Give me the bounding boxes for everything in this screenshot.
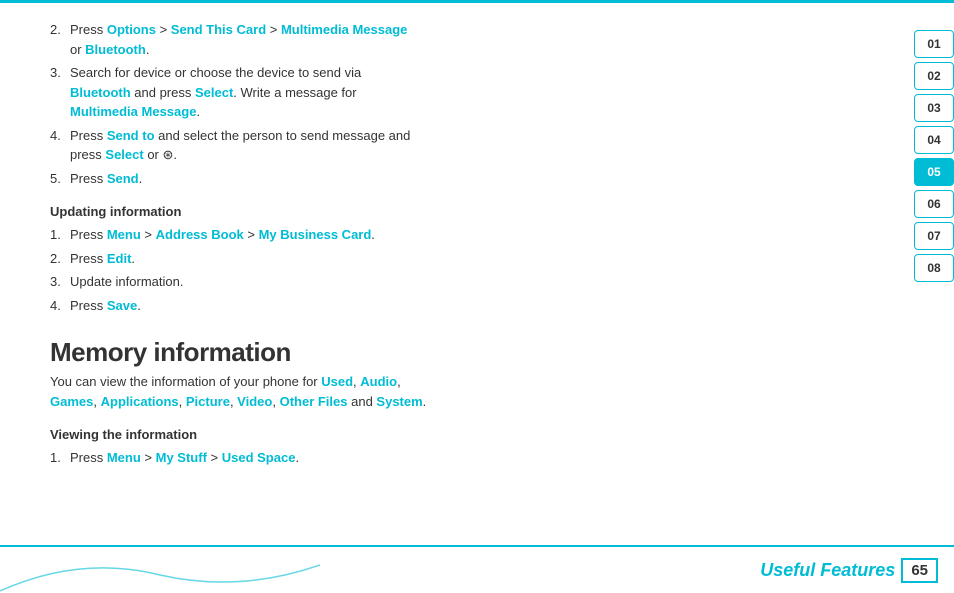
main-content: 2. Press Options > Send This Card > Mult… — [50, 20, 894, 533]
viewing-step-content-1: Press Menu > My Stuff > Used Space. — [70, 448, 894, 468]
step-num-5: 5. — [50, 169, 70, 189]
link-multimedia-message-1: Multimedia Message — [281, 22, 407, 37]
sidebar-item-03[interactable]: 03 — [914, 94, 954, 122]
step-4: 4. Press Send to and select the person t… — [50, 126, 894, 165]
link-used: Used — [321, 374, 353, 389]
sidebar: 01 02 03 04 05 06 07 08 — [906, 0, 954, 593]
viewing-step-num-1: 1. — [50, 448, 70, 468]
updating-step-num-2: 2. — [50, 249, 70, 269]
sidebar-item-07[interactable]: 07 — [914, 222, 954, 250]
updating-step-3: 3. Update information. — [50, 272, 894, 292]
link-send: Send — [107, 171, 139, 186]
link-audio: Audio — [360, 374, 397, 389]
sidebar-item-04[interactable]: 04 — [914, 126, 954, 154]
link-send-this-card: Send This Card — [171, 22, 266, 37]
viewing-heading: Viewing the information — [50, 427, 894, 442]
link-select-2: Select — [105, 147, 143, 162]
updating-step-2: 2. Press Edit. — [50, 249, 894, 269]
step-content-2: Press Options > Send This Card > Multime… — [70, 20, 894, 59]
step-content-5: Press Send. — [70, 169, 894, 189]
updating-step-content-3: Update information. — [70, 272, 894, 292]
link-multimedia-message-2: Multimedia Message — [70, 104, 196, 119]
link-send-to: Send to — [107, 128, 155, 143]
step-content-3: Search for device or choose the device t… — [70, 63, 894, 122]
link-video: Video — [237, 394, 272, 409]
link-options: Options — [107, 22, 156, 37]
link-menu-2: Menu — [107, 450, 141, 465]
updating-step-4: 4. Press Save. — [50, 296, 894, 316]
step-content-4: Press Send to and select the person to s… — [70, 126, 894, 165]
link-other-files: Other Files — [280, 394, 348, 409]
link-applications: Applications — [101, 394, 179, 409]
sidebar-item-02[interactable]: 02 — [914, 62, 954, 90]
memory-description: You can view the information of your pho… — [50, 372, 894, 411]
link-used-space: Used Space — [222, 450, 296, 465]
bottom-curve-decoration — [0, 545, 320, 593]
updating-step-num-1: 1. — [50, 225, 70, 245]
link-select-1: Select — [195, 85, 233, 100]
memory-heading: Memory information — [50, 337, 894, 368]
updating-step-1: 1. Press Menu > Address Book > My Busine… — [50, 225, 894, 245]
link-address-book: Address Book — [156, 227, 244, 242]
step-num-2: 2. — [50, 20, 70, 59]
link-system: System — [376, 394, 422, 409]
updating-step-content-1: Press Menu > Address Book > My Business … — [70, 225, 894, 245]
link-save: Save — [107, 298, 137, 313]
updating-step-num-4: 4. — [50, 296, 70, 316]
step-num-3: 3. — [50, 63, 70, 122]
updating-heading: Updating information — [50, 204, 894, 219]
step-5: 5. Press Send. — [50, 169, 894, 189]
link-bluetooth-2: Bluetooth — [70, 85, 131, 100]
sidebar-item-06[interactable]: 06 — [914, 190, 954, 218]
bottom-bar: Useful Features 65 — [0, 545, 954, 593]
footer-label: Useful Features — [760, 560, 895, 581]
page-number: 65 — [901, 558, 938, 583]
updating-step-content-4: Press Save. — [70, 296, 894, 316]
sidebar-item-01[interactable]: 01 — [914, 30, 954, 58]
step-3: 3. Search for device or choose the devic… — [50, 63, 894, 122]
page-container: 01 02 03 04 05 06 07 08 2. Press Options… — [0, 0, 954, 593]
sidebar-item-05[interactable]: 05 — [914, 158, 954, 186]
link-my-business-card: My Business Card — [259, 227, 372, 242]
step-num-4: 4. — [50, 126, 70, 165]
updating-step-num-3: 3. — [50, 272, 70, 292]
link-edit: Edit — [107, 251, 132, 266]
top-border — [0, 0, 954, 3]
updating-step-content-2: Press Edit. — [70, 249, 894, 269]
viewing-step-1: 1. Press Menu > My Stuff > Used Space. — [50, 448, 894, 468]
link-games: Games — [50, 394, 93, 409]
footer-text: Useful Features 65 — [760, 558, 938, 583]
link-my-stuff: My Stuff — [156, 450, 207, 465]
link-bluetooth-1: Bluetooth — [85, 42, 146, 57]
link-picture: Picture — [186, 394, 230, 409]
sidebar-item-08[interactable]: 08 — [914, 254, 954, 282]
spiral-icon: ⊛ — [163, 147, 174, 162]
step-2: 2. Press Options > Send This Card > Mult… — [50, 20, 894, 59]
link-menu-1: Menu — [107, 227, 141, 242]
